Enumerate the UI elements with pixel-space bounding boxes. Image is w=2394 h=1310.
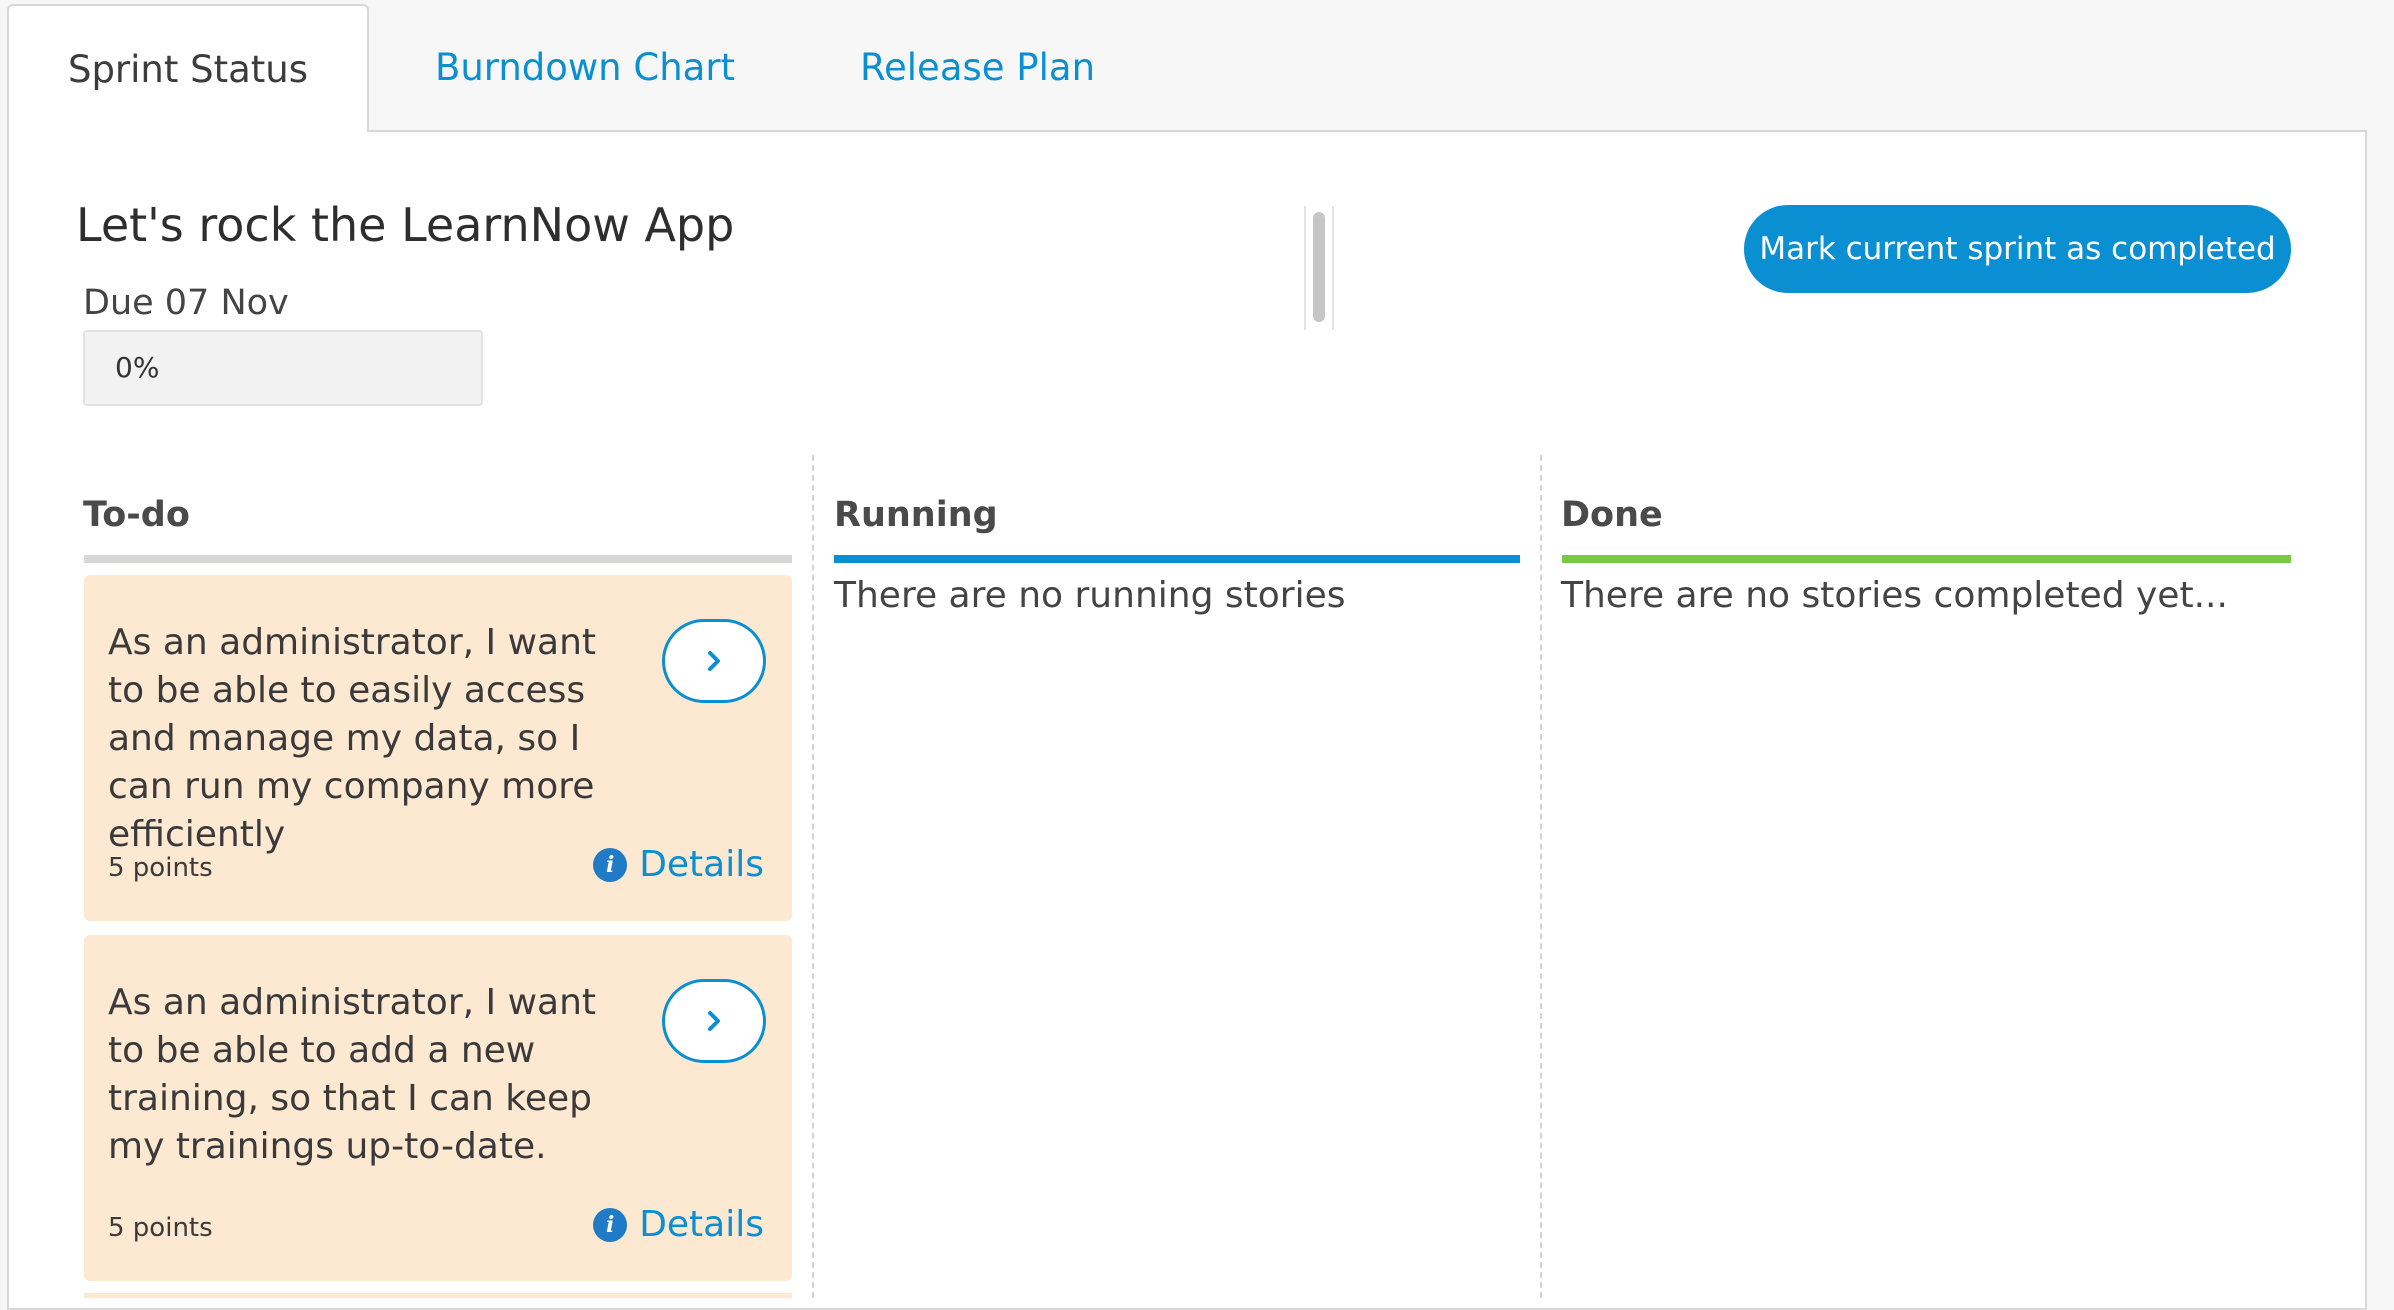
todo-column-bar xyxy=(84,555,792,563)
story-card-text: As an administrator, I want to be able t… xyxy=(108,982,597,1167)
story-card-partial xyxy=(84,1293,792,1298)
column-divider xyxy=(812,455,814,1298)
story-card: As an administrator, I want to be able t… xyxy=(84,575,792,921)
scrollbar[interactable] xyxy=(1304,206,1334,330)
sprint-title: Let's rock the LearnNow App xyxy=(76,198,735,252)
story-points: 5 points xyxy=(108,853,213,883)
chevron-right-icon xyxy=(708,1011,720,1031)
story-points: 5 points xyxy=(108,1213,213,1243)
tab-sprint-status[interactable]: Sprint Status xyxy=(7,4,369,132)
chevron-right-icon xyxy=(708,651,720,671)
sprint-progress-bar: 0% xyxy=(83,330,483,406)
tab-burndown-chart[interactable]: Burndown Chart xyxy=(420,4,750,130)
column-divider xyxy=(1540,455,1542,1298)
sprint-due-date: Due 07 Nov xyxy=(83,283,289,323)
running-empty-message: There are no running stories xyxy=(834,575,1346,616)
details-label: Details xyxy=(639,1204,764,1245)
done-column-bar xyxy=(1562,555,2291,563)
tab-bar: Sprint Status Burndown Chart Release Pla… xyxy=(0,0,2394,132)
info-icon: i xyxy=(593,847,628,882)
move-story-button[interactable] xyxy=(662,979,766,1063)
details-label: Details xyxy=(639,844,764,885)
todo-column-title: To-do xyxy=(83,495,190,535)
running-column-bar xyxy=(834,555,1520,563)
running-column-title: Running xyxy=(834,495,998,535)
sprint-progress-label: 0% xyxy=(115,351,160,384)
story-details-link[interactable]: i Details xyxy=(593,1204,764,1245)
info-icon: i xyxy=(593,1207,628,1242)
story-card-text: As an administrator, I want to be able t… xyxy=(108,622,597,855)
scrollbar-thumb[interactable] xyxy=(1313,212,1325,322)
done-column-title: Done xyxy=(1561,495,1663,535)
move-story-button[interactable] xyxy=(662,619,766,703)
done-empty-message: There are no stories completed yet... xyxy=(1561,575,2228,616)
story-card: As an administrator, I want to be able t… xyxy=(84,935,792,1281)
mark-sprint-completed-button[interactable]: Mark current sprint as completed xyxy=(1744,205,2291,293)
tab-release-plan[interactable]: Release Plan xyxy=(840,4,1115,130)
story-details-link[interactable]: i Details xyxy=(593,844,764,885)
